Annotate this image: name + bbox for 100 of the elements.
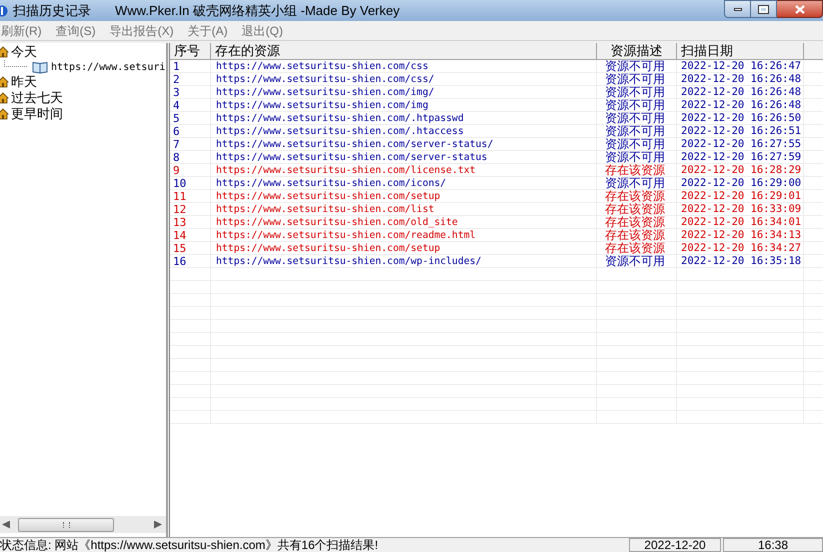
table-cell: 15	[170, 242, 211, 254]
table-cell: 资源不可用	[597, 151, 677, 163]
column-header[interactable]: 序号	[170, 43, 211, 59]
table-cell: 2022-12-20 16:35:18	[677, 255, 804, 267]
table-cell: 存在该资源	[597, 242, 677, 254]
tree-item[interactable]: 今天	[0, 44, 166, 60]
table-cell: 2022-12-20 16:34:01	[677, 216, 804, 228]
table-row[interactable]: 11 https://www.setsuritsu-shien.com/setup 存在该资源 2022-12-20 16:29:01	[170, 190, 823, 203]
table-row[interactable]: 7 https://www.setsuritsu-shien.com/server-status/ 资源不可用 2022-12-20 16:27:55	[170, 138, 823, 151]
table-cell: https://www.setsuritsu-shien.com/setup	[211, 190, 597, 202]
column-header[interactable]: 存在的资源	[211, 43, 597, 59]
table-row[interactable]: 16 https://www.setsuritsu-shien.com/wp-includes/ 资源不可用 2022-12-20 16:35:18	[170, 255, 823, 268]
table-row[interactable]: 6 https://www.setsuritsu-shien.com/.htaccess 资源不可用 2022-12-20 16:26:51	[170, 125, 823, 138]
table-cell: https://www.setsuritsu-shien.com/css/	[211, 73, 597, 85]
table-cell: 7	[170, 138, 211, 150]
table-row[interactable]: 8 https://www.setsuritsu-shien.com/server-status 资源不可用 2022-12-20 16:27:59	[170, 151, 823, 164]
minimize-button[interactable]	[724, 0, 751, 18]
table-row[interactable]: 3 https://www.setsuritsu-shien.com/img/ 资源不可用 2022-12-20 16:26:48	[170, 86, 823, 99]
table-cell: 2022-12-20 16:26:47	[677, 60, 804, 72]
table-cell: 16	[170, 255, 211, 267]
table-cell: 12	[170, 203, 211, 215]
menu-item[interactable]: 查询(S)	[56, 22, 96, 40]
table-cell: 存在该资源	[597, 203, 677, 215]
table-cell: 3	[170, 86, 211, 98]
table-cell: 资源不可用	[597, 177, 677, 189]
house-icon	[0, 108, 9, 120]
menu-item[interactable]: 导出报告(X)	[110, 22, 174, 40]
table-cell: 2022-12-20 16:28:29	[677, 164, 804, 176]
table-row[interactable]: 5 https://www.setsuritsu-shien.com/.htpasswd 资源不可用 2022-12-20 16:26:50	[170, 112, 823, 125]
table-cell: 2022-12-20 16:26:48	[677, 73, 804, 85]
menu-item[interactable]: 关于(A)	[188, 22, 228, 40]
table-cell: 2022-12-20 16:26:48	[677, 86, 804, 98]
table-cell: 2022-12-20 16:27:59	[677, 151, 804, 163]
table-cell: https://www.setsuritsu-shien.com/server-status	[211, 151, 597, 163]
status-message: 状态信息: 网站《https://www.setsuritsu-shien.com》共有16个扫描结果!	[0, 537, 380, 552]
table-cell: https://www.setsuritsu-shien.com/css	[211, 60, 597, 72]
table-row[interactable]: 4 https://www.setsuritsu-shien.com/img 资源不可用 2022-12-20 16:26:48	[170, 99, 823, 112]
table-cell: https://www.setsuritsu-shien.com/server-status/	[211, 138, 597, 150]
scrollbar-thumb[interactable]	[18, 518, 114, 532]
table-cell: 14	[170, 229, 211, 241]
table-cell: 2022-12-20 16:26:51	[677, 125, 804, 137]
table-cell: 资源不可用	[597, 99, 677, 111]
table-row[interactable]: 2 https://www.setsuritsu-shien.com/css/ 资源不可用 2022-12-20 16:26:48	[170, 73, 823, 86]
table-cell: 13	[170, 216, 211, 228]
table-cell: 资源不可用	[597, 255, 677, 267]
table-cell: https://www.setsuritsu-shien.com/img/	[211, 86, 597, 98]
table-cell: 1	[170, 60, 211, 72]
horizontal-scrollbar[interactable]	[0, 516, 166, 533]
table-cell: 资源不可用	[597, 60, 677, 72]
table-cell: 2022-12-20 16:29:01	[677, 190, 804, 202]
scroll-right-icon	[154, 520, 162, 528]
house-icon	[0, 76, 9, 88]
table-row[interactable]: 15 https://www.setsuritsu-shien.com/setup 存在该资源 2022-12-20 16:34:27	[170, 242, 823, 255]
table-cell: 资源不可用	[597, 138, 677, 150]
table-cell: 11	[170, 190, 211, 202]
table-row[interactable]: 10 https://www.setsuritsu-shien.com/icons/ 资源不可用 2022-12-20 16:29:00	[170, 177, 823, 190]
table-cell: https://www.setsuritsu-shien.com/wp-includes/	[211, 255, 597, 267]
close-icon	[794, 4, 804, 14]
minimize-icon	[734, 8, 742, 10]
scroll-left-icon	[2, 520, 10, 528]
table-cell: https://www.setsuritsu-shien.com/readme.html	[211, 229, 597, 241]
table-cell: 6	[170, 125, 211, 137]
window-subtitle: Www.Pker.In 破壳网络精英小组 -Made By Verkey	[115, 2, 400, 20]
tree-label: 过去七天	[11, 89, 63, 107]
menu-item[interactable]: 刷新(R)	[1, 22, 42, 40]
table-cell: 2022-12-20 16:33:09	[677, 203, 804, 215]
table-cell: 9	[170, 164, 211, 176]
tree-item[interactable]: 昨天	[0, 74, 166, 90]
table-cell: https://www.setsuritsu-shien.com/license.txt	[211, 164, 597, 176]
close-button[interactable]	[777, 0, 823, 18]
column-header[interactable]: 资源描述	[597, 43, 677, 59]
tree-item[interactable]: https://www.setsuri	[51, 60, 166, 74]
table-row[interactable]: 1 https://www.setsuritsu-shien.com/css 资源不可用 2022-12-20 16:26:47	[170, 60, 823, 73]
maximize-icon	[759, 6, 768, 12]
status-date: 2022-12-20	[629, 538, 721, 552]
table-row[interactable]: 12 https://www.setsuritsu-shien.com/list 存在该资源 2022-12-20 16:33:09	[170, 203, 823, 216]
table-cell: 8	[170, 151, 211, 163]
table-cell: 存在该资源	[597, 190, 677, 202]
table-cell: 资源不可用	[597, 73, 677, 85]
table-cell: 2022-12-20 16:34:13	[677, 229, 804, 241]
table-cell: 存在该资源	[597, 164, 677, 176]
table-cell: https://www.setsuritsu-shien.com/img	[211, 99, 597, 111]
table-cell: 资源不可用	[597, 112, 677, 124]
table-row[interactable]: 14 https://www.setsuritsu-shien.com/readme.html 存在该资源 2022-12-20 16:34:13	[170, 229, 823, 242]
column-header[interactable]: 扫描日期	[677, 43, 804, 59]
table-cell: 2022-12-20 16:26:50	[677, 112, 804, 124]
table-cell: https://www.setsuritsu-shien.com/old_site	[211, 216, 597, 228]
tree-label: 今天	[11, 43, 37, 62]
tree-item[interactable]: 过去七天	[0, 90, 166, 106]
tree-item[interactable]: 更早时间	[0, 106, 166, 122]
table-row[interactable]: 9 https://www.setsuritsu-shien.com/license.txt 存在该资源 2022-12-20 16:28:29	[170, 164, 823, 177]
table-cell: 2022-12-20 16:29:00	[677, 177, 804, 189]
maximize-button[interactable]	[751, 0, 777, 18]
book-icon	[32, 61, 48, 73]
table-cell: 2022-12-20 16:26:48	[677, 99, 804, 111]
table-row[interactable]: 13 https://www.setsuritsu-shien.com/old_site 存在该资源 2022-12-20 16:34:01	[170, 216, 823, 229]
table-cell: 4	[170, 99, 211, 111]
tree-label: 昨天	[11, 73, 37, 91]
menu-item[interactable]: 退出(Q)	[242, 22, 283, 40]
table-cell: 2022-12-20 16:34:27	[677, 242, 804, 254]
